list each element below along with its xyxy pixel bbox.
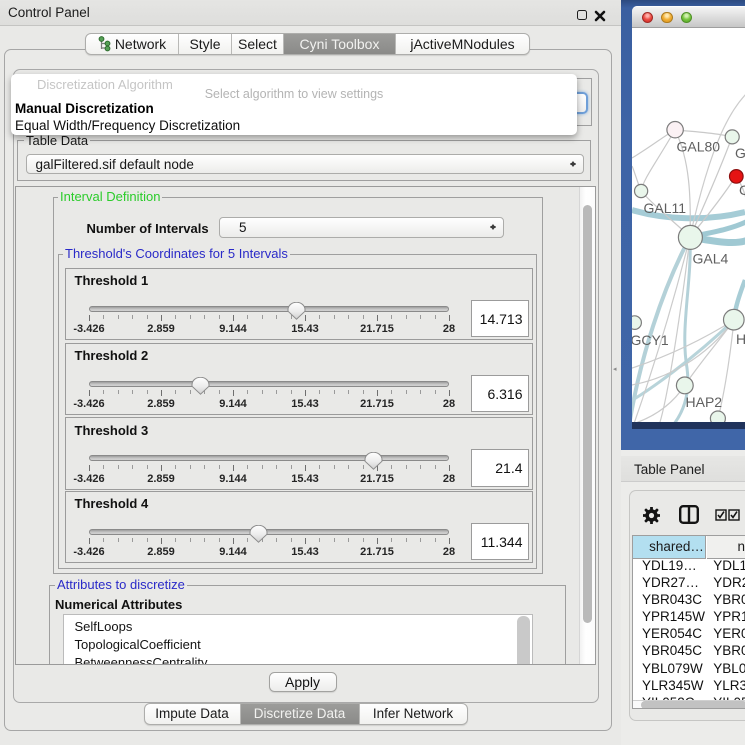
svg-text:C: C	[739, 182, 745, 198]
svg-text:HAP2: HAP2	[686, 394, 723, 410]
svg-text:GCY1: GCY1	[632, 332, 669, 348]
svg-text:GAL4: GAL4	[693, 250, 729, 266]
svg-text:H: H	[736, 331, 745, 347]
svg-text:GAL80: GAL80	[677, 138, 721, 154]
svg-text:GAL11: GAL11	[644, 200, 687, 216]
svg-text:GA: GA	[735, 145, 745, 161]
